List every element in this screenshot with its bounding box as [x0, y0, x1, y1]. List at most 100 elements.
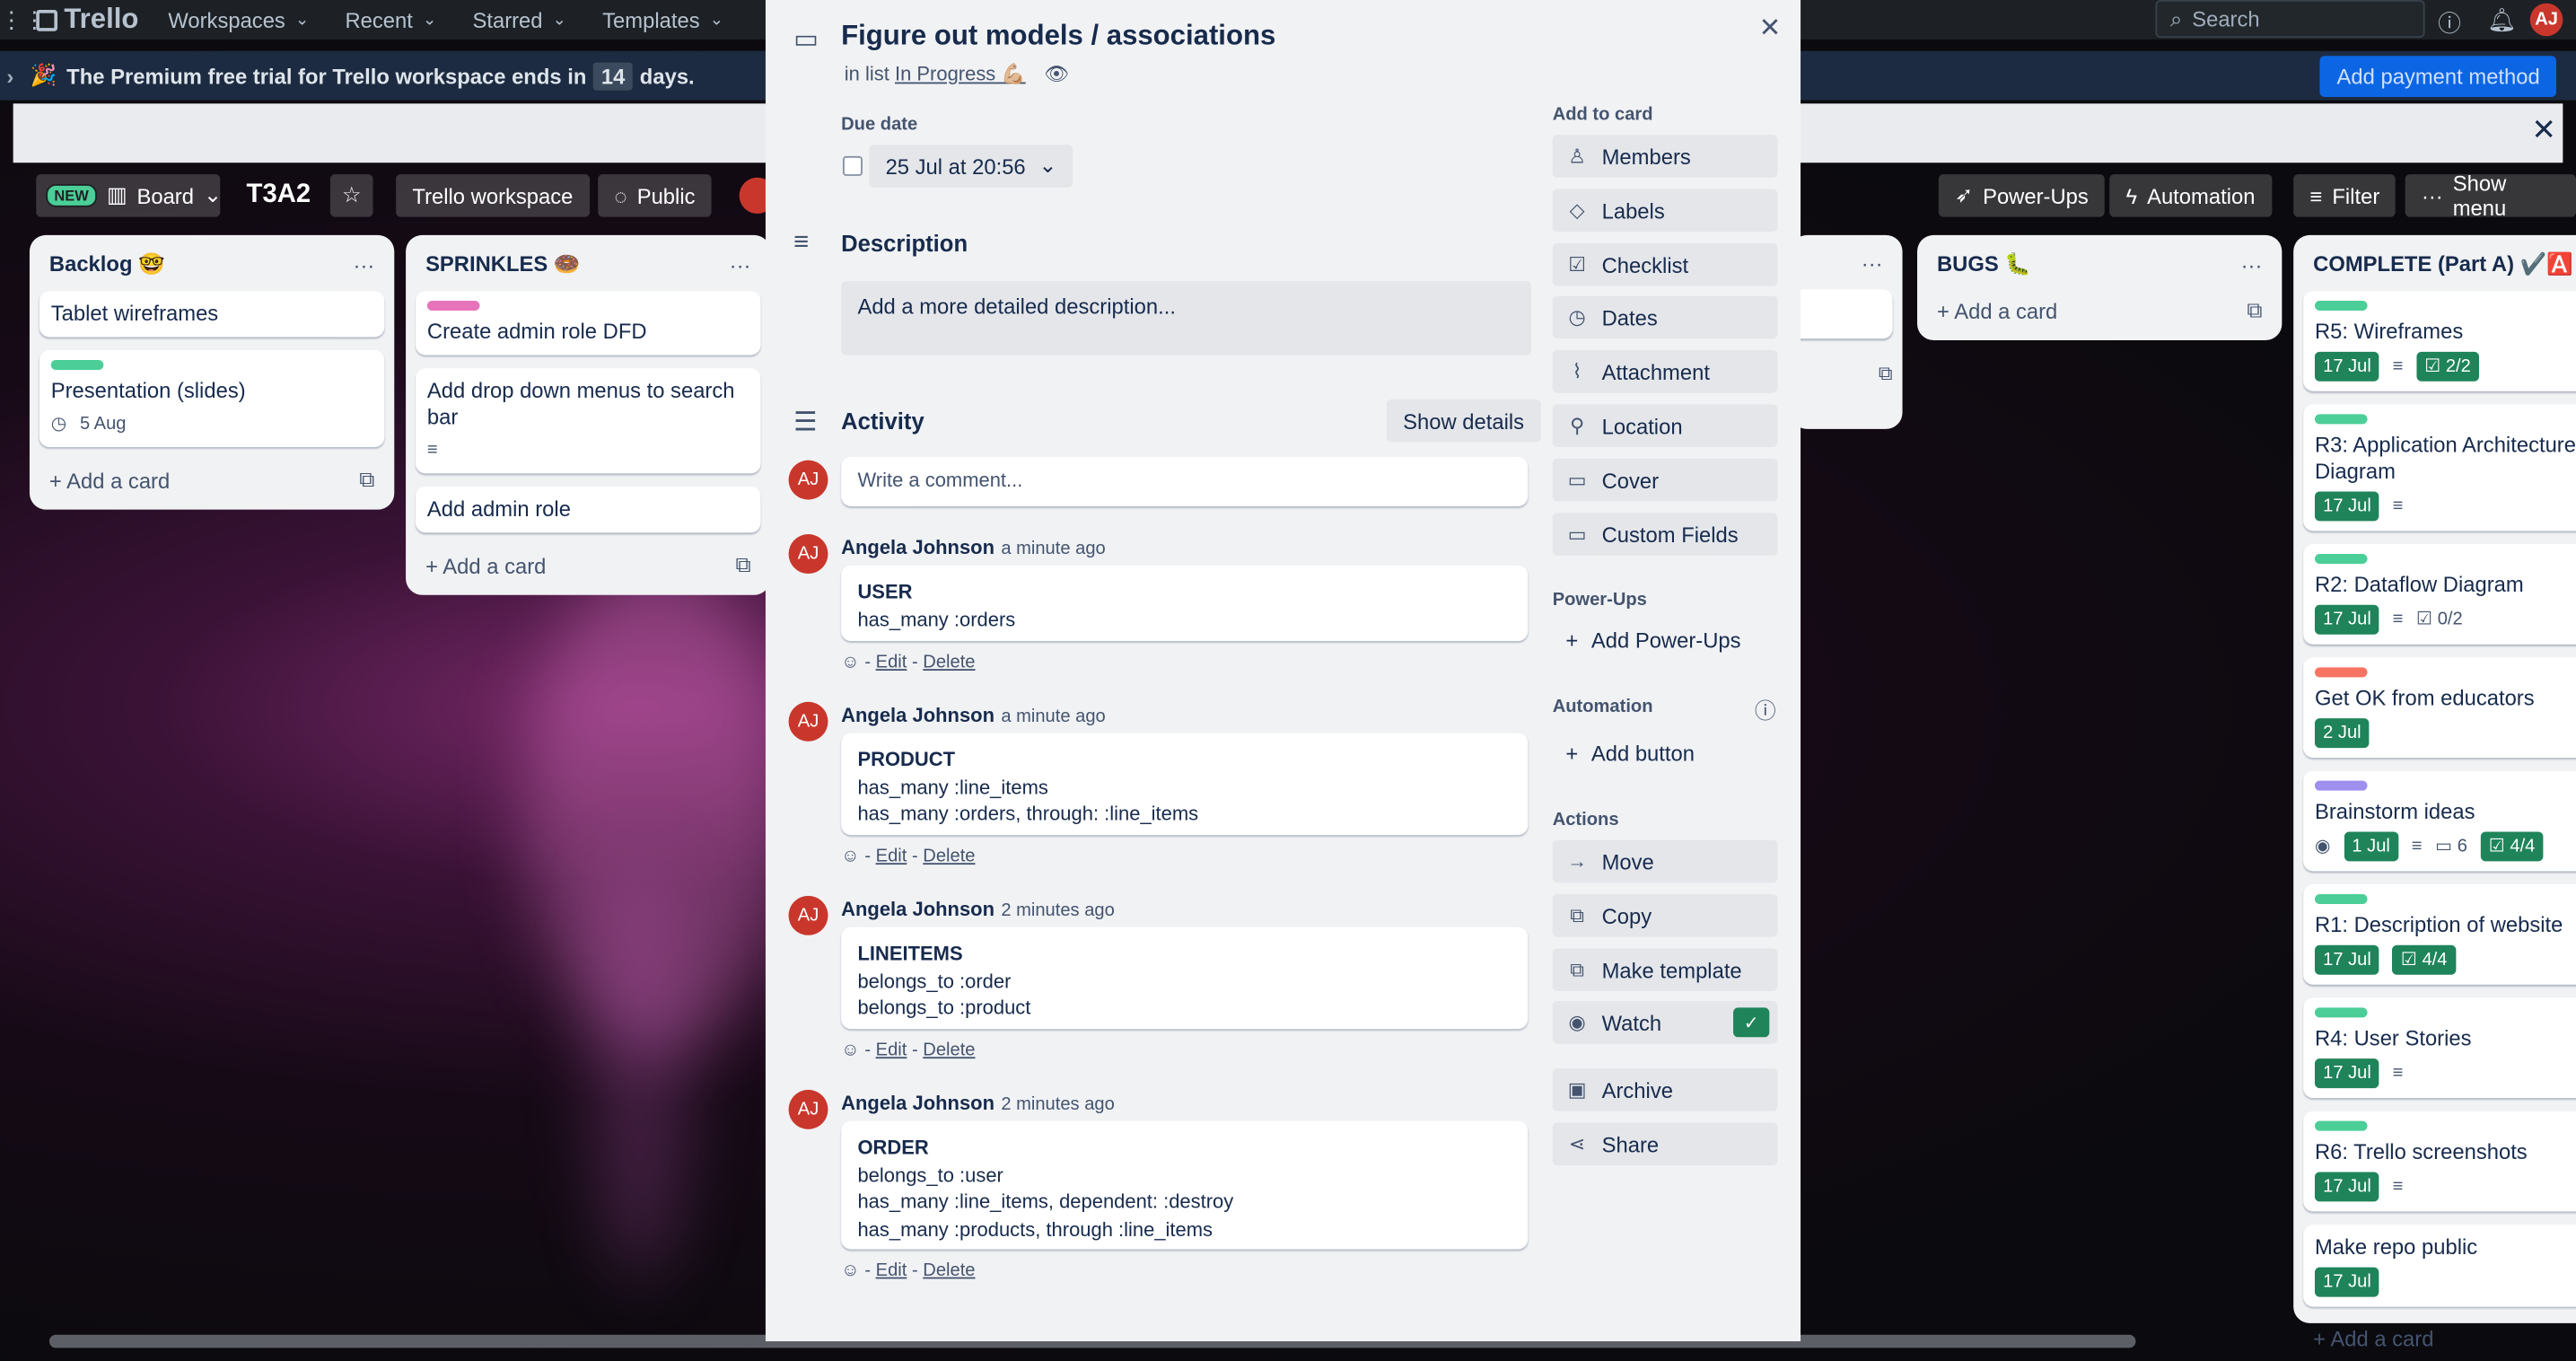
nav-recent[interactable]: Recent ⌄ — [345, 7, 436, 31]
notifications-bell-icon[interactable]: 🔔︎ — [2487, 6, 2517, 34]
add-powerups-button[interactable]: + Add Power-Ups — [1553, 628, 1740, 652]
comment-actions: ☺ - Edit - Delete — [841, 652, 976, 672]
board-icon: ▥ — [106, 182, 127, 207]
add-card-button[interactable]: + Add a card — [425, 553, 546, 577]
list-menu-icon[interactable]: ··· — [2241, 252, 2263, 277]
workspace-button[interactable]: Trello workspace — [396, 174, 590, 217]
archive-button[interactable]: ▣ Archive — [1552, 1068, 1778, 1111]
card[interactable]: R5: Wireframes 17 Jul ≡ ☑ 2/2 — [2303, 291, 2576, 391]
emoji-reaction-icon[interactable]: ☺ — [841, 653, 860, 672]
delete-link[interactable]: Delete — [923, 1260, 975, 1280]
list-menu-icon[interactable]: ··· — [1862, 251, 1883, 276]
watch-button[interactable]: ◉ Watch ✓ — [1552, 1001, 1778, 1044]
board-view-switcher[interactable]: NEW ▥ Board ⌄ — [36, 174, 222, 217]
edit-link[interactable]: Edit — [876, 653, 907, 672]
emoji-reaction-icon[interactable]: ☺ — [841, 1260, 860, 1280]
info-icon[interactable]: ⓘ — [2438, 6, 2461, 40]
due-complete-checkbox[interactable] — [842, 155, 863, 176]
delete-link[interactable]: Delete — [923, 653, 975, 672]
board-title[interactable]: T3A2 — [247, 174, 311, 217]
powerups-button[interactable]: ➶ Power-Ups — [1938, 174, 2106, 217]
expand-sidebar-icon[interactable]: › — [6, 63, 13, 87]
card[interactable]: R1: Description of website 17 Jul ☑ 4/4 — [2303, 884, 2576, 985]
list-backlog: Backlog 🤓 ··· Tablet wireframes Presentat… — [29, 234, 395, 510]
template-icon[interactable]: ⧉ — [735, 552, 750, 578]
close-icon[interactable]: ✕ — [2531, 113, 2556, 147]
attachment-button[interactable]: ⌇ Attachment — [1552, 349, 1778, 393]
nav-templates[interactable]: Templates ⌄ — [602, 7, 723, 31]
card[interactable]: Make repo public 17 Jul — [2303, 1225, 2576, 1307]
card[interactable]: R3: Application Architecture Diagram 17 J… — [2303, 404, 2576, 531]
add-payment-button[interactable]: Add payment method — [2320, 56, 2557, 98]
user-avatar[interactable]: AJ — [2529, 3, 2563, 37]
card-icon: ▭ — [793, 26, 819, 55]
description-field[interactable]: Add a more detailed description... — [841, 281, 1531, 356]
search-input[interactable]: ⌕ Search — [2155, 0, 2425, 39]
comment-author: Angela Johnson a minute ago — [841, 703, 1106, 727]
card[interactable]: Brainstorm ideas ◉ 1 Jul ≡ ▭ 6 ☑ 4/4 — [2303, 770, 2576, 872]
custom-fields-button[interactable]: ▭ Custom Fields — [1552, 513, 1778, 556]
edit-link[interactable]: Edit — [876, 847, 907, 866]
show-details-button[interactable]: Show details — [1386, 399, 1541, 443]
card[interactable]: Get OK from educators 2 Jul — [2303, 657, 2576, 759]
card[interactable]: Add drop down menus to search bar ≡ — [416, 368, 761, 474]
rocket-icon: ➶ — [1955, 182, 1974, 207]
delete-link[interactable]: Delete — [923, 847, 975, 866]
chevron-down-icon: ⌄ — [203, 182, 222, 207]
add-automation-button[interactable]: + Add button — [1553, 742, 1695, 766]
template-icon[interactable]: ⧉ — [2247, 297, 2262, 323]
info-icon[interactable]: ⓘ — [1755, 694, 1776, 725]
automation-button[interactable]: ϟ Automation — [2109, 174, 2272, 217]
filter-button[interactable]: ≡ Filter — [2293, 174, 2396, 217]
members-button[interactable]: ♙ Members — [1552, 135, 1778, 178]
banner-text-end: days. — [639, 63, 695, 88]
description-icon: ≡ — [2392, 496, 2404, 516]
checklist-button[interactable]: ☑ Checklist — [1552, 242, 1778, 286]
visibility-button[interactable]: ◌ Public — [598, 174, 712, 217]
move-button[interactable]: → Move — [1552, 839, 1778, 883]
template-icon[interactable]: ⧉ — [359, 467, 374, 493]
app-switcher-icon[interactable]: ⋮⋮ — [0, 5, 46, 33]
nav-workspaces[interactable]: Workspaces ⌄ — [168, 7, 309, 31]
location-button[interactable]: ⚲ Location — [1552, 404, 1778, 448]
card[interactable]: R6: Trello screenshots 17 Jul ≡ — [2303, 1111, 2576, 1212]
description-icon: ≡ — [2392, 356, 2404, 377]
card[interactable]: R2: Dataflow Diagram 17 Jul ≡ ☑ 0/2 — [2303, 544, 2576, 645]
list-menu-icon[interactable]: ··· — [354, 252, 375, 277]
show-menu-button[interactable]: ··· Show menu — [2405, 171, 2576, 220]
comment-actions: ☺ - Edit - Delete — [841, 1040, 976, 1060]
comment-input[interactable]: Write a comment... — [841, 456, 1529, 506]
copy-button[interactable]: ⧉ Copy — [1552, 894, 1778, 937]
add-card-button[interactable]: + Add a card — [1937, 298, 2057, 322]
share-button[interactable]: ⋖ Share — [1552, 1122, 1778, 1166]
dates-button[interactable]: ◷ Dates — [1552, 295, 1778, 339]
make-template-button[interactable]: ⧉ Make template — [1552, 948, 1778, 992]
list-menu-icon[interactable]: ··· — [730, 252, 751, 277]
card[interactable]: Add admin role — [416, 486, 761, 533]
archive-icon: ▣ — [1567, 1078, 1587, 1102]
card-title[interactable]: Figure out models / associations — [841, 20, 1275, 53]
add-card-button[interactable]: + Add a card — [2313, 1327, 2433, 1351]
list-link[interactable]: In Progress 💪🏼 — [895, 63, 1026, 86]
star-icon[interactable]: ☆ — [329, 174, 373, 217]
template-icon[interactable]: ⧉ — [1801, 362, 1893, 386]
avatar: AJ — [788, 534, 828, 574]
emoji-reaction-icon[interactable]: ☺ — [841, 1041, 860, 1060]
delete-link[interactable]: Delete — [923, 1041, 975, 1060]
avatar: AJ — [788, 701, 828, 742]
emoji-reaction-icon[interactable]: ☺ — [841, 847, 860, 866]
labels-button[interactable]: ◇ Labels — [1552, 189, 1778, 233]
add-card-button[interactable]: + Add a card — [49, 468, 170, 492]
edit-link[interactable]: Edit — [876, 1260, 907, 1280]
cover-button[interactable]: ▭ Cover — [1552, 458, 1778, 502]
edit-link[interactable]: Edit — [876, 1041, 907, 1060]
card[interactable]: Tablet wireframes — [39, 291, 385, 338]
due-date-button[interactable]: 25 Jul at 20:56 ⌄ — [869, 145, 1073, 188]
trello-logo[interactable]: Trello — [36, 4, 138, 37]
checklist-icon: ☑ — [1568, 252, 1586, 277]
card[interactable]: Presentation (slides) ◷ 5 Aug — [39, 349, 385, 448]
card[interactable]: R4: User Stories 17 Jul ≡ — [2303, 997, 2576, 1099]
nav-starred[interactable]: Starred ⌄ — [472, 7, 565, 31]
close-icon[interactable]: ✕ — [1759, 12, 1782, 45]
card[interactable]: Create admin role DFD — [416, 291, 761, 356]
